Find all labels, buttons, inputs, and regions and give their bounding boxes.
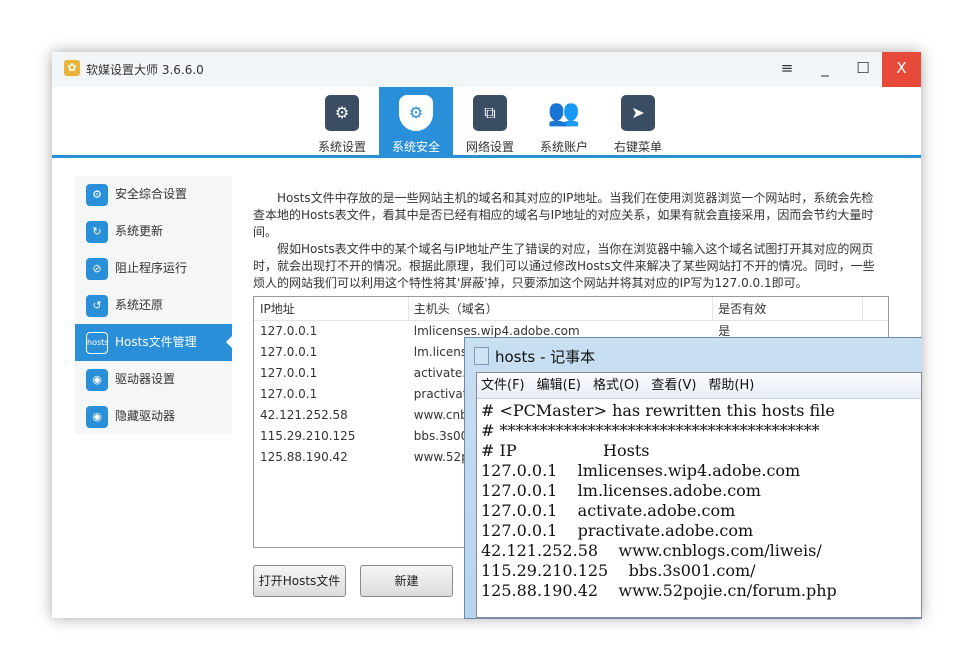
menu-view[interactable]: 查看(V): [651, 378, 696, 393]
tab-system-accounts[interactable]: 👥 系统账户: [527, 87, 601, 158]
tab-system-security[interactable]: ⚙ 系统安全: [379, 87, 453, 158]
app-logo-icon: ✿: [64, 60, 80, 76]
description-paragraph: 假如Hosts表文件中的某个域名与IP地址产生了错误的对应，当你在浏览器中输入这…: [253, 242, 875, 290]
table-header: IP地址 主机头（域名） 是否有效: [254, 297, 888, 321]
sidebar-item-block-programs[interactable]: ⊘ 阻止程序运行: [75, 250, 232, 287]
menu-icon[interactable]: ≡: [768, 52, 806, 87]
notepad-text-area[interactable]: # <PCMaster> has rewritten this hosts fi…: [477, 399, 921, 601]
text-line: 127.0.0.1 activate.adobe.com: [481, 501, 736, 520]
sidebar-item-label: 系统更新: [115, 224, 164, 238]
sidebar-item-label: 隐藏驱动器: [115, 409, 176, 423]
sidebar-item-label: 驱动器设置: [115, 372, 176, 386]
sidebar: ⚙ 安全综合设置 ↻ 系统更新 ⊘ 阻止程序运行 ↺ 系统还原 hosts Hosts文件…: [75, 176, 232, 434]
tab-label: 右键菜单: [613, 140, 662, 154]
notepad-icon: [474, 347, 489, 365]
sidebar-item-security-settings[interactable]: ⚙ 安全综合设置: [75, 176, 232, 213]
table-cell: 115.29.210.125: [260, 429, 356, 443]
text-line: 127.0.0.1 practivate.adobe.com: [481, 521, 754, 540]
title-bar: ✿ 软媒设置大师 3.6.6.0 ≡ _ ☐ X: [52, 52, 921, 87]
tab-network-settings[interactable]: ⧉ 网络设置: [453, 87, 527, 158]
text-line: # **************************************…: [481, 421, 820, 440]
open-hosts-button[interactable]: 打开Hosts文件: [253, 565, 346, 597]
maximize-button[interactable]: ☐: [844, 52, 882, 87]
table-cell: 125.88.190.42: [260, 450, 348, 464]
gear-screen-icon: ⚙: [325, 95, 359, 131]
sidebar-item-system-restore[interactable]: ↺ 系统还原: [75, 287, 232, 324]
tab-system-settings[interactable]: ⚙ 系统设置: [305, 87, 379, 158]
menu-format[interactable]: 格式(O): [593, 378, 639, 393]
notepad-title: hosts - 记事本: [495, 348, 596, 366]
column-header-host[interactable]: 主机头（域名）: [407, 297, 713, 320]
column-header-extra: [862, 297, 888, 320]
notepad-title-bar: hosts - 记事本: [474, 346, 595, 367]
text-line: 42.121.252.58 www.cnblogs.com/liweis/: [481, 541, 822, 560]
network-icon: ⧉: [473, 95, 507, 131]
table-cell: 127.0.0.1: [260, 366, 318, 380]
tab-label: 网络设置: [465, 140, 514, 154]
notepad-client: 文件(F) 编辑(E) 格式(O) 查看(V) 帮助(H) # <PCMaster> h…: [476, 372, 922, 618]
menu-edit[interactable]: 编辑(E): [537, 378, 581, 393]
tab-label: 系统设置: [317, 140, 366, 154]
table-cell: 127.0.0.1: [260, 324, 318, 338]
sidebar-item-label: Hosts文件管理: [115, 335, 197, 349]
text-line: 115.29.210.125 bbs.3s001.com/: [481, 561, 756, 580]
tab-label: 系统安全: [391, 140, 440, 154]
table-cell: 42.121.252.58: [260, 408, 348, 422]
block-window-icon: ⊘: [86, 258, 108, 280]
drive-icon: ◉: [86, 369, 108, 391]
sidebar-item-label: 安全综合设置: [115, 187, 188, 201]
table-cell: 127.0.0.1: [260, 345, 318, 359]
menu-file[interactable]: 文件(F): [481, 378, 525, 393]
table-cell: 127.0.0.1: [260, 387, 318, 401]
column-header-ip[interactable]: IP地址: [254, 297, 408, 320]
sidebar-item-label: 系统还原: [115, 298, 164, 312]
new-button[interactable]: 新建: [360, 565, 453, 597]
text-line: # <PCMaster> has rewritten this hosts fi…: [481, 401, 835, 420]
notepad-menu-bar: 文件(F) 编辑(E) 格式(O) 查看(V) 帮助(H): [477, 373, 921, 399]
column-header-valid[interactable]: 是否有效: [712, 297, 862, 320]
text-line: 127.0.0.1 lmlicenses.wip4.adobe.com: [481, 461, 801, 480]
main-toolbar: ⚙ 系统设置 ⚙ 系统安全 ⧉ 网络设置 👥 系统账户 ➤ 右键菜单: [52, 87, 921, 158]
sidebar-item-drive-settings[interactable]: ◉ 驱动器设置: [75, 361, 232, 398]
shield-icon: ⚙: [86, 184, 108, 206]
sidebar-item-hide-drives[interactable]: ◉ 隐藏驱动器: [75, 398, 232, 435]
sidebar-item-hosts[interactable]: hosts Hosts文件管理: [75, 324, 232, 361]
close-button[interactable]: X: [882, 52, 921, 87]
hosts-description: Hosts文件中存放的是一些网站主机的域名和其对应的IP地址。当我们在使用浏览器…: [253, 190, 883, 292]
tab-context-menu[interactable]: ➤ 右键菜单: [601, 87, 675, 158]
cursor-menu-icon: ➤: [621, 95, 655, 131]
description-paragraph: Hosts文件中存放的是一些网站主机的域名和其对应的IP地址。当我们在使用浏览器…: [253, 191, 874, 239]
tab-label: 系统账户: [539, 140, 588, 154]
window-title: 软媒设置大师 3.6.6.0: [86, 63, 204, 77]
sidebar-item-label: 阻止程序运行: [115, 261, 188, 275]
menu-help[interactable]: 帮助(H): [708, 378, 754, 393]
shield-icon: ⚙: [399, 95, 433, 131]
notepad-window: hosts - 记事本 文件(F) 编辑(E) 格式(O) 查看(V) 帮助(H) # …: [464, 337, 922, 619]
sidebar-item-system-update[interactable]: ↻ 系统更新: [75, 213, 232, 250]
hide-drive-icon: ◉: [86, 406, 108, 428]
refresh-icon: ↻: [86, 221, 108, 243]
minimize-button[interactable]: _: [806, 52, 844, 87]
text-line: # IP Hosts: [481, 441, 650, 460]
text-line: 127.0.0.1 lm.licenses.adobe.com: [481, 481, 761, 500]
restore-icon: ↺: [86, 295, 108, 317]
users-icon: 👥: [547, 95, 581, 131]
text-line: 125.88.190.42 www.52pojie.cn/forum.php: [481, 581, 837, 600]
hosts-icon: hosts: [86, 332, 108, 354]
